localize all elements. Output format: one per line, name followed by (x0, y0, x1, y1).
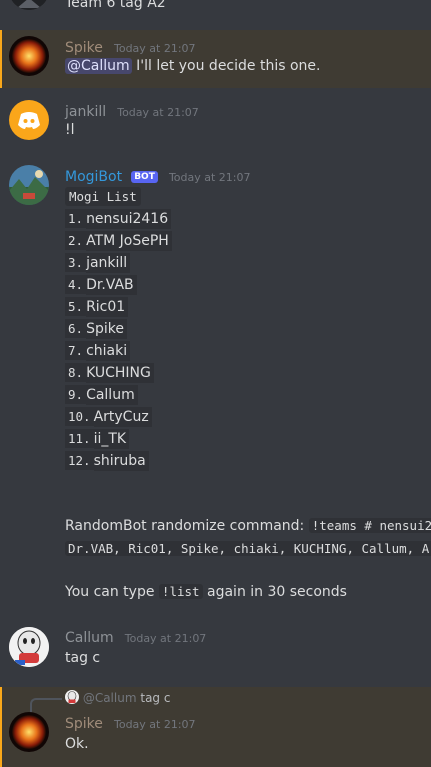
sun-avatar-icon (9, 36, 49, 76)
mogi-list-player: KUCHING (86, 363, 154, 383)
mogi-list-player: Dr.VAB (86, 275, 137, 295)
mogi-list-item: 5. Ric01 (65, 296, 172, 318)
spike-timestamp-2: Today at 21:07 (113, 718, 196, 731)
mogi-list-item: 10. ArtyCuz (65, 406, 172, 428)
mogi-list-item: 12. shiruba (65, 450, 172, 472)
mogi-list-item: 9. Callum (65, 384, 172, 406)
spike-message-text-2: Ok. (65, 736, 89, 752)
callum-mention[interactable]: @Callum (65, 58, 132, 74)
jankill-message-text: !l (65, 122, 75, 138)
mogibot-timestamp: Today at 21:07 (168, 171, 251, 184)
mogi-list-player: shiruba (93, 451, 149, 471)
callum-timestamp: Today at 21:07 (124, 632, 207, 645)
callum-avatar[interactable] (9, 627, 49, 667)
sun-avatar-icon (9, 712, 49, 752)
discord-logo-icon (18, 112, 40, 129)
callum-message-text: tag c (65, 650, 101, 666)
mogi-list-number: 5. (65, 297, 87, 316)
mogi-list-number: 7. (65, 341, 87, 360)
reply-author[interactable]: @Callum (83, 691, 137, 705)
jankill-avatar[interactable] (9, 100, 49, 140)
jankill-timestamp: Today at 21:07 (117, 106, 199, 119)
mogi-list-item: 8. KUCHING (65, 362, 172, 384)
mogibot-username[interactable]: MogiBot (65, 169, 122, 185)
mogi-list-number: 2. (65, 231, 87, 250)
mogi-list-player: ArtyCuz (93, 407, 152, 427)
mogi-list-player: Spike (86, 319, 127, 339)
mogi-list-player: ii_TK (93, 429, 130, 449)
mogi-list-player: Callum (86, 385, 138, 405)
bot-badge: BOT (131, 171, 158, 183)
mogi-list-player: chiaki (86, 341, 131, 361)
mogi-list-item: 2. ATM JoSePH (65, 230, 172, 252)
spike-username[interactable]: Spike (65, 40, 103, 56)
mogi-list-number: 4. (65, 275, 87, 294)
mogi-list-item: 6. Spike (65, 318, 172, 340)
mogi-list-player: Ric01 (86, 297, 129, 317)
mogi-list-number: 12. (65, 451, 94, 470)
reply-author-avatar (65, 690, 79, 704)
avatar-image-icon (11, 0, 47, 10)
spike-avatar-2[interactable] (9, 712, 49, 752)
spike-username-2[interactable]: Spike (65, 716, 103, 732)
spike-timestamp: Today at 21:07 (113, 42, 196, 55)
reply-preview[interactable]: @Callum tag c (65, 690, 170, 705)
teams-command-code: !teams # nensui24 (308, 518, 431, 533)
shy-guy-mini-icon (67, 691, 77, 703)
partial-top-avatar[interactable] (9, 0, 49, 10)
mogi-list-item: 3. jankill (65, 252, 172, 274)
mogi-list-number: 9. (65, 385, 87, 404)
mogi-list-player: jankill (86, 253, 131, 273)
spike-message-text: I'll let you decide this one. (136, 58, 321, 74)
mogi-list-item: 11. ii_TK (65, 428, 172, 450)
mogi-list-item: 1. nensui2416 (65, 208, 172, 230)
reply-highlight-bar (0, 687, 2, 767)
mogi-list-number: 8. (65, 363, 87, 382)
list-command-code: !list (158, 584, 203, 599)
reply-text: tag c (140, 691, 171, 705)
reply-spine (30, 698, 62, 712)
spike-avatar[interactable] (9, 36, 49, 76)
mention-highlight-bar (0, 30, 2, 88)
landscape-avatar-icon (9, 165, 49, 205)
mogi-list-player: nensui2416 (86, 209, 172, 229)
jankill-username[interactable]: jankill (65, 104, 106, 120)
callum-username[interactable]: Callum (65, 630, 114, 646)
mogi-list-player: ATM JoSePH (86, 231, 172, 251)
cooldown-suffix: again in 30 seconds (207, 584, 347, 600)
mogi-list-title: Mogi List (65, 186, 172, 208)
mogi-list-block: Mogi List 1. nensui2416 2. ATM JoSePH 3. jank… (65, 186, 172, 472)
mogi-list-number: 6. (65, 319, 87, 338)
partial-top-message: Team 6 tag A2 (65, 0, 166, 11)
mogi-list-item: 4. Dr.VAB (65, 274, 172, 296)
mogi-list-item: 7. chiaki (65, 340, 172, 362)
mogi-list-number: 11. (65, 429, 94, 448)
teams-command-code-cont: Dr.VAB, Ric01, Spike, chiaki, KUCHING, C… (65, 541, 431, 556)
shy-guy-avatar-icon (9, 627, 49, 667)
mogi-list-number: 10. (65, 407, 94, 426)
mogibot-avatar[interactable] (9, 165, 49, 205)
mogi-list-number: 1. (65, 209, 87, 228)
mogi-list-number: 3. (65, 253, 87, 272)
cooldown-prefix: You can type (65, 584, 155, 600)
randombot-prefix: RandomBot randomize command: (65, 518, 305, 534)
